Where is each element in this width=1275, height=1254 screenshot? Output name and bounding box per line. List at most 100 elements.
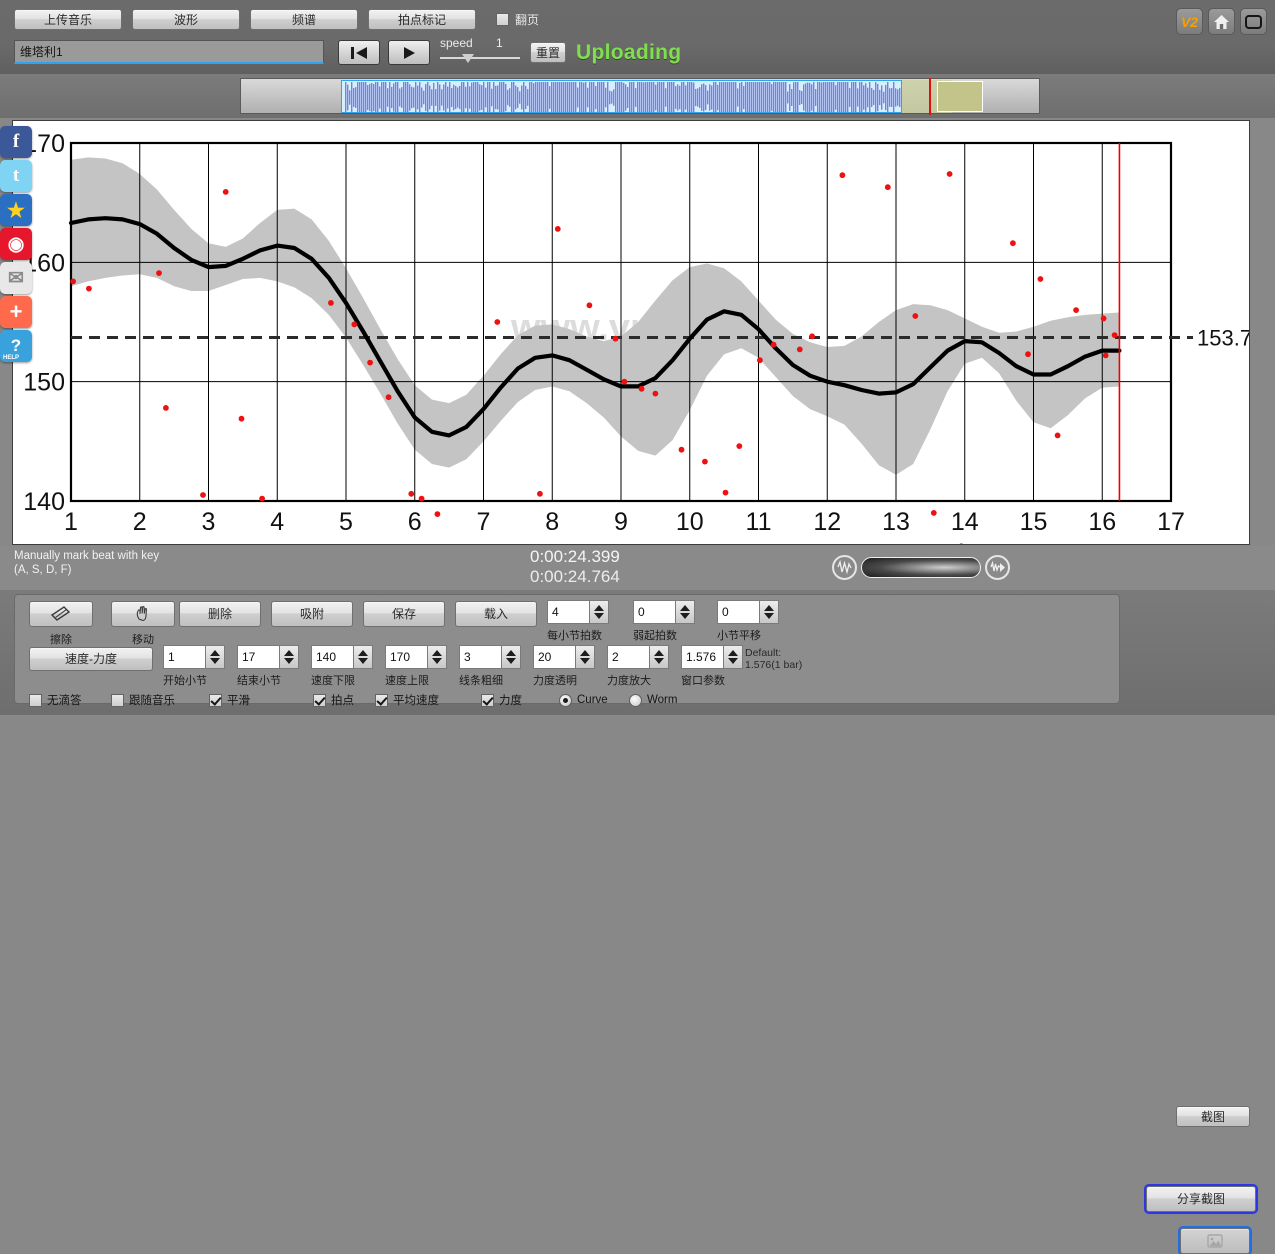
options-row: 无滴答 跟随音乐 平滑 拍点 平均速度 力度 Curve Worm bbox=[29, 692, 699, 708]
secondary-share-button[interactable] bbox=[1178, 1226, 1252, 1254]
start-bar-stepper[interactable] bbox=[205, 645, 225, 669]
velocity-scale-value[interactable]: 2 bbox=[607, 645, 649, 669]
flip-page-checkbox[interactable] bbox=[496, 13, 509, 26]
spinner-bar-shift: 0 小节平移 bbox=[717, 600, 779, 643]
option-beat[interactable]: 拍点 bbox=[313, 692, 375, 708]
track-title-input[interactable]: 维塔利1 bbox=[14, 40, 324, 64]
waveform-playhead[interactable] bbox=[929, 78, 931, 115]
v2-badge-icon[interactable]: V2 bbox=[1176, 8, 1203, 35]
svg-text:16: 16 bbox=[1088, 508, 1116, 536]
default-note-line1: Default: bbox=[745, 647, 782, 659]
weibo-icon[interactable]: ◉ bbox=[0, 228, 32, 260]
tempo-velocity-button[interactable]: 速度-力度 bbox=[29, 647, 153, 671]
svg-text:9: 9 bbox=[614, 508, 628, 536]
window-param-stepper[interactable] bbox=[723, 645, 743, 669]
speed-slider-track[interactable] bbox=[440, 57, 520, 59]
velocity-alpha-stepper[interactable] bbox=[575, 645, 595, 669]
tempo-max-value[interactable]: 170 bbox=[385, 645, 427, 669]
twitter-icon[interactable]: t bbox=[0, 160, 32, 192]
start-bar-value[interactable]: 1 bbox=[163, 645, 205, 669]
image-icon bbox=[1207, 1234, 1223, 1248]
line-width-stepper[interactable] bbox=[501, 645, 521, 669]
velocity-checkbox[interactable] bbox=[481, 693, 494, 707]
spinner-tempo-min: 140 速度下限 bbox=[311, 645, 373, 688]
start-bar-label: 开始小节 bbox=[163, 675, 207, 687]
smooth-checkbox[interactable] bbox=[209, 693, 222, 707]
facebook-icon[interactable]: f bbox=[0, 126, 32, 158]
option-average-tempo[interactable]: 平均速度 bbox=[375, 692, 481, 708]
tempo-min-stepper[interactable] bbox=[353, 645, 373, 669]
end-bar-value[interactable]: 17 bbox=[237, 645, 279, 669]
delete-button[interactable]: 删除 bbox=[179, 601, 261, 627]
pickup-beats-stepper[interactable] bbox=[675, 600, 695, 624]
worm-label: Worm bbox=[647, 694, 678, 706]
qzone-icon[interactable]: ★ bbox=[0, 194, 32, 226]
fullscreen-icon[interactable] bbox=[1240, 8, 1267, 35]
window-param-value[interactable]: 1.576 bbox=[681, 645, 723, 669]
tab-beat-marker[interactable]: 拍点标记 bbox=[368, 9, 476, 30]
snap-button[interactable]: 吸附 bbox=[271, 601, 353, 627]
waveform-selection[interactable] bbox=[341, 80, 902, 113]
no-tick-checkbox[interactable] bbox=[29, 693, 42, 707]
velocity-scale-stepper[interactable] bbox=[649, 645, 669, 669]
worm-radio[interactable] bbox=[629, 693, 642, 707]
help-icon[interactable]: ? HELP bbox=[0, 330, 32, 362]
option-smooth[interactable]: 平滑 bbox=[209, 692, 313, 708]
move-caption: 移动 bbox=[132, 634, 154, 646]
volume-slider[interactable] bbox=[861, 557, 981, 578]
play-button[interactable] bbox=[388, 40, 430, 65]
tab-label: 频谱 bbox=[291, 12, 316, 27]
spinner-window-param: 1.576 窗口参数 bbox=[681, 645, 743, 688]
tab-waveform[interactable]: 波形 bbox=[132, 9, 240, 30]
svg-text:12: 12 bbox=[813, 508, 841, 536]
rewind-icon bbox=[351, 46, 367, 59]
bar-shift-value[interactable]: 0 bbox=[717, 600, 759, 624]
waveform-loop-box[interactable] bbox=[937, 81, 983, 112]
home-icon[interactable] bbox=[1208, 8, 1235, 35]
erase-button[interactable] bbox=[29, 601, 93, 627]
svg-text:8: 8 bbox=[545, 508, 559, 536]
curve-radio[interactable] bbox=[559, 693, 572, 707]
option-no-tick[interactable]: 无滴答 bbox=[29, 692, 111, 708]
email-icon[interactable]: ✉ bbox=[0, 262, 32, 294]
average-tempo-checkbox[interactable] bbox=[375, 693, 388, 707]
pickup-beats-value[interactable]: 0 bbox=[633, 600, 675, 624]
option-velocity[interactable]: 力度 bbox=[481, 692, 559, 708]
more-share-icon[interactable]: + bbox=[0, 296, 32, 328]
beats-per-bar-value[interactable]: 4 bbox=[547, 600, 589, 624]
waveform-overview[interactable] bbox=[240, 78, 1040, 115]
tempo-max-stepper[interactable] bbox=[427, 645, 447, 669]
line-width-value[interactable]: 3 bbox=[459, 645, 501, 669]
snapshot-button[interactable]: 截图 bbox=[1176, 1106, 1250, 1127]
beats-per-bar-stepper[interactable] bbox=[589, 600, 609, 624]
end-bar-stepper[interactable] bbox=[279, 645, 299, 669]
load-button[interactable]: 载入 bbox=[455, 601, 537, 627]
waveform-end-icon[interactable] bbox=[985, 555, 1010, 580]
save-button[interactable]: 保存 bbox=[363, 601, 445, 627]
velocity-alpha-value[interactable]: 20 bbox=[533, 645, 575, 669]
radio-curve[interactable]: Curve bbox=[559, 693, 629, 707]
move-button[interactable] bbox=[111, 601, 175, 627]
waveform-icon[interactable] bbox=[832, 555, 857, 580]
tab-spectrum[interactable]: 频谱 bbox=[250, 9, 358, 30]
tab-upload-music[interactable]: 上传音乐 bbox=[14, 9, 122, 30]
follow-music-checkbox[interactable] bbox=[111, 693, 124, 707]
flip-page-option: 翻页 bbox=[496, 11, 539, 28]
reset-button[interactable]: 重置 bbox=[530, 42, 566, 63]
speed-slider-thumb[interactable] bbox=[462, 54, 474, 63]
keyboard-hint: Manually mark beat with key (A, S, D, F) bbox=[14, 549, 159, 577]
tool-erase[interactable]: 擦除 bbox=[29, 601, 93, 647]
tool-move[interactable]: 移动 bbox=[111, 601, 175, 647]
beats-per-bar-label: 每小节拍数 bbox=[547, 630, 602, 642]
rewind-button[interactable] bbox=[338, 40, 380, 65]
svg-text:2: 2 bbox=[133, 508, 147, 536]
average-tempo-label: 平均速度 bbox=[393, 695, 439, 707]
bar-shift-stepper[interactable] bbox=[759, 600, 779, 624]
beat-checkbox[interactable] bbox=[313, 693, 326, 707]
spinner-beats-per-bar: 4 每小节拍数 bbox=[547, 600, 609, 643]
share-snapshot-button[interactable]: 分享截图 bbox=[1144, 1184, 1258, 1214]
tempo-chart[interactable]: www.vmus.net153.714015016017012345678910… bbox=[13, 121, 1249, 544]
radio-worm[interactable]: Worm bbox=[629, 693, 699, 707]
option-follow-music[interactable]: 跟随音乐 bbox=[111, 692, 209, 708]
tempo-min-value[interactable]: 140 bbox=[311, 645, 353, 669]
